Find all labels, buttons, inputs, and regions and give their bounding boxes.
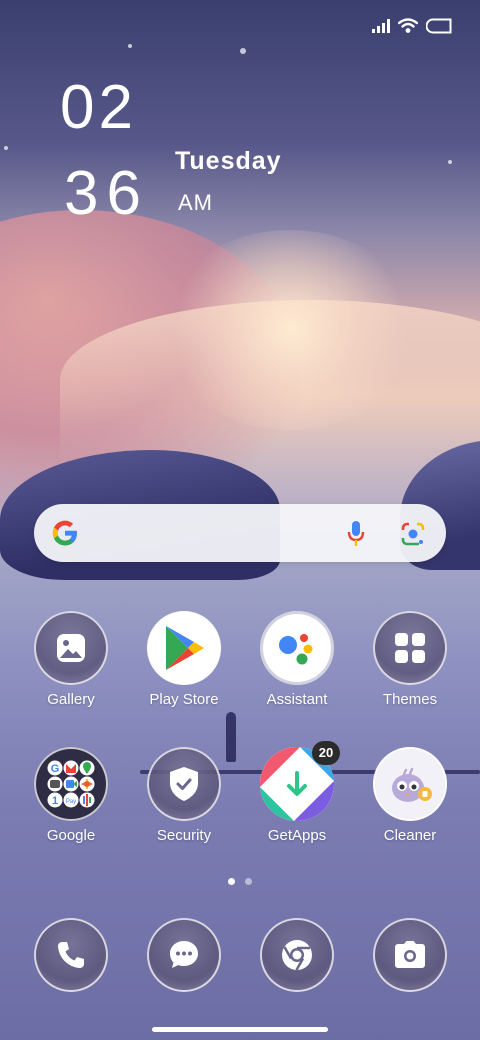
dock-camera[interactable] (355, 918, 465, 992)
app-security[interactable]: Security (129, 747, 239, 844)
page-dot-active[interactable] (228, 878, 235, 885)
app-getapps[interactable]: 20 GetApps (242, 741, 352, 844)
page-dot[interactable] (245, 878, 252, 885)
wifi-icon (398, 18, 418, 33)
themes-icon[interactable] (373, 611, 447, 685)
app-cleaner[interactable]: Cleaner (355, 747, 465, 844)
play-store-icon[interactable] (147, 611, 221, 685)
app-label: Google (46, 827, 96, 844)
app-label: Security (156, 827, 212, 844)
svg-text:Pay: Pay (66, 799, 76, 805)
microphone-icon[interactable] (346, 520, 366, 548)
google-lens-icon[interactable] (400, 522, 426, 546)
gallery-icon[interactable] (34, 611, 108, 685)
app-label: Play Store (149, 691, 219, 708)
signal-icon (372, 19, 390, 33)
notification-badge: 20 (312, 741, 340, 765)
google-folder-icon[interactable]: G 1 Pay (34, 747, 108, 821)
clock-minute[interactable]: 36 (64, 158, 149, 229)
wallpaper-star (4, 146, 8, 150)
dock-phone[interactable] (16, 918, 126, 992)
google-g-icon (52, 520, 77, 546)
clock-hour[interactable]: 02 (60, 72, 137, 143)
google-search-bar[interactable] (34, 504, 446, 562)
camera-icon[interactable] (373, 918, 447, 992)
security-shield-icon[interactable] (147, 747, 221, 821)
clock-day[interactable]: Tuesday (175, 147, 282, 176)
app-label: Themes (382, 691, 438, 708)
status-bar (372, 18, 452, 34)
assistant-icon[interactable] (260, 611, 334, 685)
battery-icon (426, 18, 452, 34)
app-themes[interactable]: Themes (355, 611, 465, 708)
dock-messages[interactable] (129, 918, 239, 992)
wallpaper-star (128, 44, 132, 48)
clock-ampm[interactable]: AM (178, 190, 213, 216)
dock-chrome[interactable] (242, 918, 352, 992)
home-gesture-bar[interactable] (152, 1027, 328, 1032)
chrome-icon[interactable] (260, 918, 334, 992)
messages-icon[interactable] (147, 918, 221, 992)
cleaner-icon[interactable] (373, 747, 447, 821)
getapps-icon[interactable]: 20 (260, 741, 340, 821)
app-google-folder[interactable]: G 1 Pay Google (16, 747, 126, 844)
phone-icon[interactable] (34, 918, 108, 992)
app-label: GetApps (267, 827, 327, 844)
app-assistant[interactable]: Assistant (242, 611, 352, 708)
app-label: Gallery (47, 691, 95, 708)
svg-text:G: G (51, 763, 60, 775)
app-play-store[interactable]: Play Store (129, 611, 239, 708)
wallpaper-sun (160, 230, 420, 430)
app-gallery[interactable]: Gallery (16, 611, 126, 708)
svg-text:1: 1 (52, 795, 58, 807)
wallpaper-star (240, 48, 246, 54)
page-indicator (228, 878, 252, 885)
wallpaper-star (448, 160, 452, 164)
app-label: Assistant (266, 691, 328, 708)
app-label: Cleaner (383, 827, 437, 844)
